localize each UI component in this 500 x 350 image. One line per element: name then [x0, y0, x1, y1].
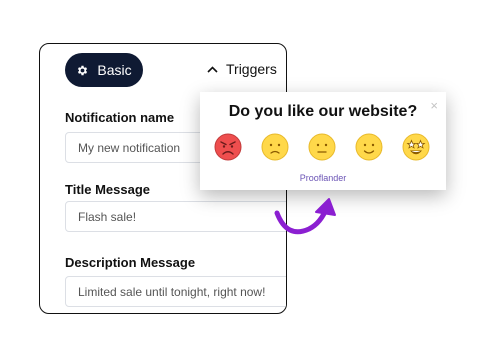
popup-title: Do you like our website? — [228, 103, 418, 120]
title-message-label: Title Message — [65, 182, 151, 197]
star-struck-face-icon[interactable] — [401, 132, 431, 162]
tab-triggers[interactable]: Triggers — [207, 61, 277, 77]
tab-basic-label: Basic — [97, 62, 132, 78]
notification-name-label: Notification name — [65, 110, 175, 125]
rating-options — [200, 132, 446, 162]
description-message-label: Description Message — [65, 255, 196, 270]
close-icon[interactable]: × — [430, 98, 438, 113]
tab-triggers-label: Triggers — [226, 61, 277, 77]
curved-arrow-icon — [274, 198, 336, 235]
sad-face-icon[interactable] — [260, 132, 290, 162]
brand-link[interactable]: Prooflander — [200, 173, 446, 183]
description-message-input[interactable]: Limited sale until tonight, right now! — [65, 276, 286, 307]
angry-face-icon[interactable] — [213, 132, 243, 162]
chevron-up-icon — [207, 65, 218, 73]
title-message-value: Flash sale! — [78, 209, 137, 224]
description-message-value: Limited sale until tonight, right now! — [78, 284, 266, 299]
title-message-input[interactable]: Flash sale! — [65, 201, 286, 232]
gear-icon — [78, 65, 88, 75]
neutral-face-icon[interactable] — [307, 132, 337, 162]
rating-popup: Do you like our website? × Prooflander — [200, 92, 446, 190]
smiling-face-icon[interactable] — [354, 132, 384, 162]
tab-basic[interactable]: Basic — [65, 53, 143, 87]
notification-name-placeholder: My new notification — [78, 140, 181, 155]
